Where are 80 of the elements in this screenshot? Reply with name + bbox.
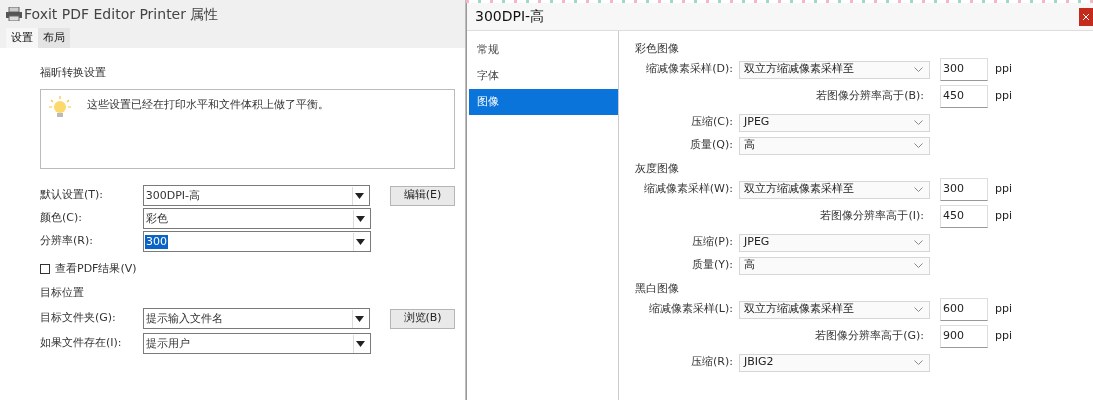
field-label: 压缩(R): [691,354,733,371]
sidebar-item[interactable]: 字体 [469,63,618,89]
dialog-button[interactable]: 浏览(B) [390,308,455,329]
close-button[interactable] [1079,7,1093,26]
chevron-down-icon [914,240,923,245]
field-label: 压缩(C): [691,114,733,131]
tab[interactable]: 设置 [6,28,38,48]
chevron-down-icon [914,67,923,72]
unit-label: ppi [995,88,1013,105]
dropdown[interactable]: 300DPI-高 [142,185,371,206]
dropdown[interactable]: 高 [739,136,930,155]
number-input[interactable]: 300 [940,58,988,81]
field-label: 若图像分辨率高于(B): [816,88,924,105]
dropdown-value: 300 [145,234,168,249]
dropdown-value: 提示输入文件名 [144,311,224,326]
field-label: 质量(Y): [692,257,733,274]
dropdown-value: 300DPI-高 [144,188,202,203]
group-title: 黑白图像 [635,281,680,297]
printer-icon [6,7,22,21]
field-label: 缩减像素采样(W): [643,181,733,198]
chevron-down-icon [914,360,923,365]
dropdown[interactable]: 双立方缩减像素采样至 [739,60,930,79]
dropdown[interactable]: 高 [739,256,930,275]
field-label: 分辨率(R): [40,233,94,250]
dropdown[interactable]: JBIG2 [739,353,930,372]
dropdown[interactable]: JPEG [739,233,930,252]
group-title: 彩色图像 [635,41,680,57]
dropdown[interactable]: 300 [143,231,371,252]
dropdown[interactable]: 提示用户 [143,333,371,354]
number-input[interactable]: 600 [940,298,988,321]
dropdown[interactable]: 彩色 [143,208,371,229]
field-label: 压缩(P): [692,234,733,251]
field-label: 缩减像素采样(D): [646,61,733,78]
chevron-down-icon [914,143,923,148]
unit-label: ppi [995,328,1013,345]
unit-label: ppi [995,208,1013,225]
dropdown-value: 彩色 [145,211,169,226]
dropdown-arrow-icon [356,340,365,347]
unit-label: ppi [995,61,1013,78]
chevron-down-icon [914,263,923,268]
field-label: 目标文件夹(G): [40,310,117,327]
window-title: Foxit PDF Editor Printer 属性 [24,4,219,24]
info-text: 这些设置已经在打印水平和文件体积上做了平衡。 [87,97,329,113]
field-label: 颜色(C): [40,210,83,227]
checkbox[interactable] [40,264,50,274]
section-title: 目标位置 [40,285,85,301]
dropdown[interactable]: 双立方缩减像素采样至 [739,180,930,199]
number-input[interactable]: 450 [940,205,988,228]
checkbox-label: 查看PDF结果(V) [55,260,137,277]
unit-label: ppi [995,181,1013,198]
field-label: 若图像分辨率高于(G): [815,328,924,345]
dialog-button[interactable]: 编辑(E) [390,185,455,206]
number-input[interactable]: 450 [940,85,988,108]
chevron-down-icon [914,307,923,312]
dropdown-arrow-icon [355,192,365,199]
dropdown-arrow-icon [356,215,365,222]
chevron-down-icon [914,187,923,192]
dropdown[interactable]: 双立方缩减像素采样至 [739,300,930,319]
dialog-title: 300DPI-高 [475,7,545,26]
field-label: 如果文件存在(I): [40,335,123,352]
dropdown-arrow-icon [355,315,365,322]
sidebar-item[interactable]: 常规 [469,37,618,63]
unit-label: ppi [995,301,1013,318]
chevron-down-icon [914,120,923,125]
field-label: 质量(Q): [690,137,733,154]
dropdown[interactable]: JPEG [739,113,930,132]
section-title: 福昕转换设置 [40,65,107,81]
field-label: 默认设置(T): [40,187,104,204]
field-label: 缩减像素采样(L): [648,301,733,318]
number-input[interactable]: 300 [940,178,988,201]
field-label: 若图像分辨率高于(I): [820,208,924,225]
group-title: 灰度图像 [635,161,680,177]
dropdown-value: 提示用户 [145,336,191,351]
lightbulb-icon [49,96,71,120]
dropdown-arrow-icon [356,238,365,245]
number-input[interactable]: 900 [940,325,988,348]
close-icon [1083,13,1089,20]
tab[interactable]: 布局 [38,28,70,48]
sidebar-item[interactable]: 图像 [469,89,618,115]
dropdown[interactable]: 提示输入文件名 [142,308,371,329]
